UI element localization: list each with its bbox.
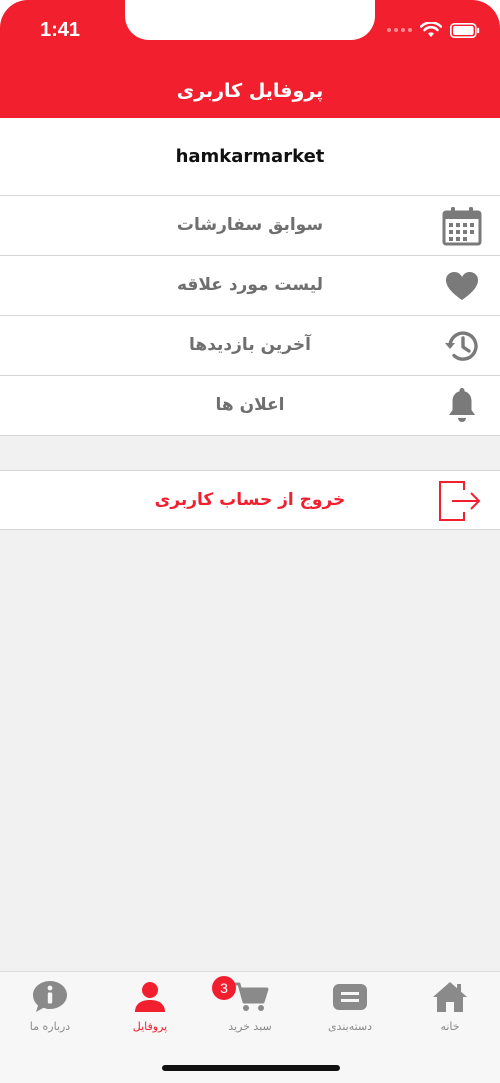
menu-item-recent-views[interactable]: آخرین بازدیدها <box>0 316 500 376</box>
tab-profile[interactable]: پروفایل <box>100 980 200 1040</box>
status-icons <box>387 22 480 38</box>
home-indicator <box>162 1065 340 1071</box>
info-icon <box>0 980 100 1014</box>
battery-icon <box>450 22 480 38</box>
category-icon <box>300 980 400 1014</box>
wifi-icon <box>420 22 442 37</box>
tab-label: خانه <box>440 1020 460 1033</box>
calendar-icon <box>442 206 482 246</box>
tab-cart[interactable]: 3 سبد خرید <box>200 976 300 1040</box>
menu-item-label: آخرین بازدیدها <box>189 335 311 355</box>
menu-item-notifications[interactable]: اعلان ها <box>0 376 500 436</box>
menu-item-wishlist[interactable]: لیست مورد علاقه <box>0 256 500 316</box>
heart-icon <box>442 266 482 306</box>
tab-label: سبد خرید <box>228 1020 272 1033</box>
user-icon <box>100 980 200 1014</box>
tab-about[interactable]: درباره ما <box>0 980 100 1040</box>
app-header: 1:41 پروفایل کاربری <box>0 0 500 118</box>
tab-label: درباره ما <box>29 1020 71 1033</box>
menu-item-label: اعلان ها <box>215 395 285 415</box>
logout-icon <box>438 480 482 522</box>
tab-home[interactable]: خانه <box>400 980 500 1040</box>
signal-icon <box>387 28 412 32</box>
menu-item-label: لیست مورد علاقه <box>176 275 324 295</box>
menu-item-order-history[interactable]: سوابق سفارشات <box>0 196 500 256</box>
tab-label: دسته‌بندی <box>327 1020 373 1033</box>
status-time: 1:41 <box>40 19 81 41</box>
history-icon <box>442 326 482 366</box>
tab-label: پروفایل <box>132 1020 168 1033</box>
profile-menu: سوابق سفارشات لیست مورد علاقه آخرین بازد… <box>0 196 500 436</box>
logout-button[interactable]: خروج از حساب کاربری <box>0 470 500 530</box>
cart-badge: 3 <box>212 976 236 1000</box>
device-notch <box>125 0 375 40</box>
tab-categories[interactable]: دسته‌بندی <box>300 980 400 1040</box>
bell-icon <box>442 386 482 426</box>
menu-item-label: سوابق سفارشات <box>176 215 324 235</box>
home-icon <box>400 980 500 1014</box>
page-title: پروفایل کاربری <box>176 80 324 102</box>
logout-label: خروج از حساب کاربری <box>154 490 346 510</box>
profile-username: hamkarmarket <box>0 118 500 196</box>
